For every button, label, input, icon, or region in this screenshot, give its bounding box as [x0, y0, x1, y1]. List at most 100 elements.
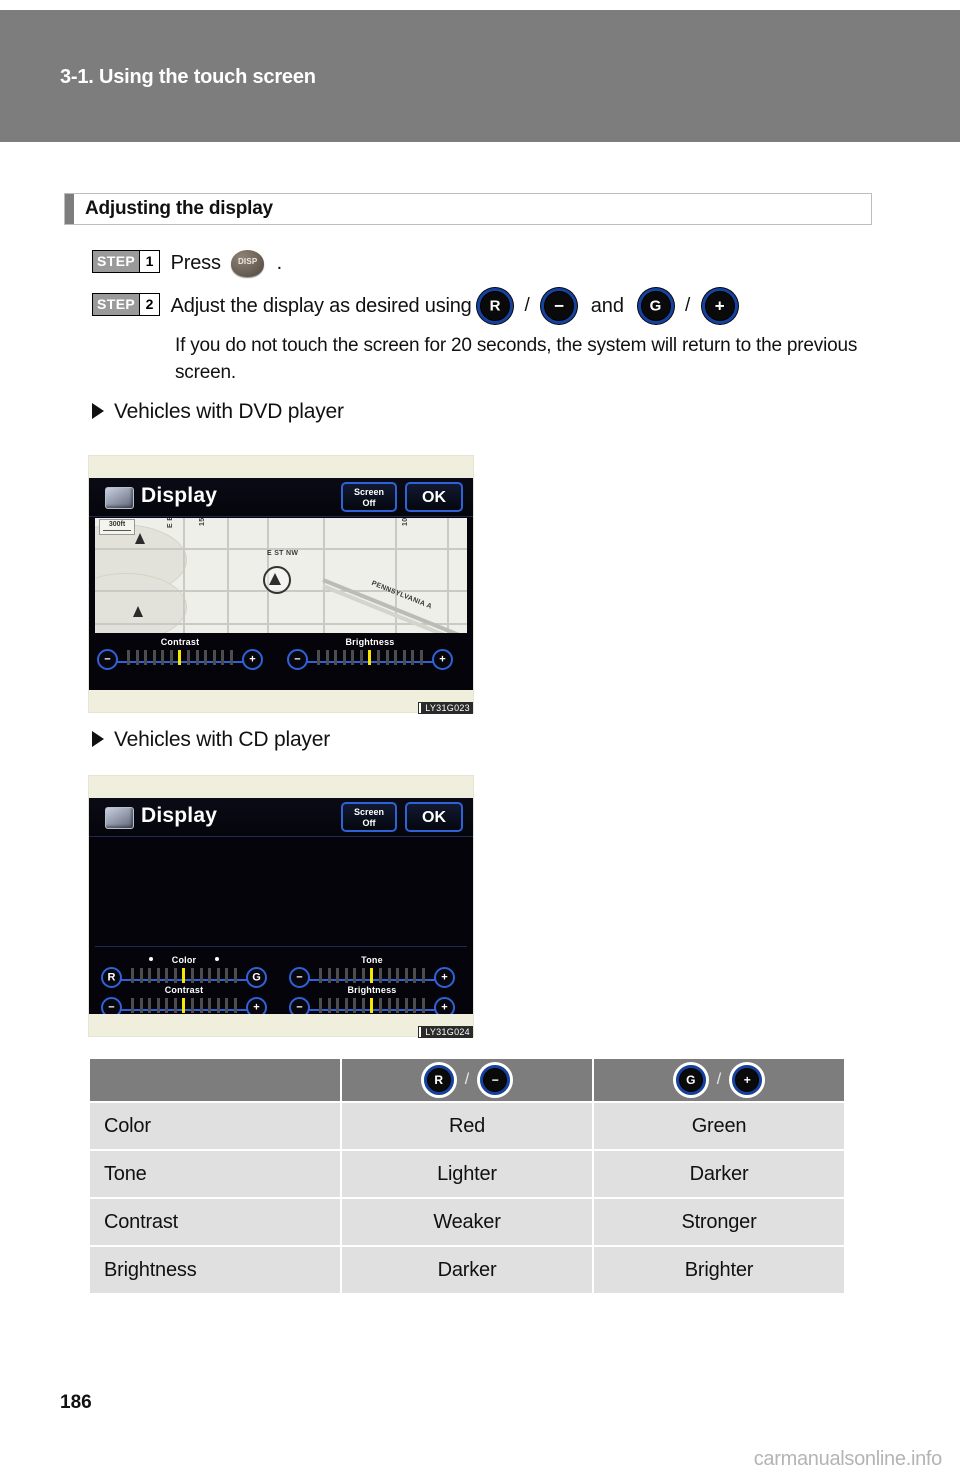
minus-key-label: −	[491, 1073, 499, 1087]
table-cell-item: Tone	[88, 1149, 342, 1199]
r-key-icon: R	[477, 288, 514, 324]
brightness-plus-button-dvd[interactable]: +	[432, 649, 453, 670]
ok-button-dvd[interactable]: OK	[405, 482, 463, 512]
nav-screen-cd: Display Screen Off OK Color R G Tone − +…	[89, 798, 473, 1014]
g-key-icon: G	[637, 288, 674, 324]
brightness-minus-label-dvd: −	[294, 653, 301, 665]
plus-key-icon: +	[729, 1062, 766, 1098]
contrast-plus-button-dvd[interactable]: +	[242, 649, 263, 670]
figure-code-dvd: LY31G023	[418, 702, 473, 714]
nav-titlebar-cd: Display Screen Off OK	[89, 798, 473, 837]
brightness-slider-dvd[interactable]: Brightness − +	[287, 637, 453, 672]
nav-title-dvd: Display	[141, 484, 218, 507]
tone-plus-label-cd: +	[441, 971, 448, 983]
step-2-text: Adjust the display as desired using	[170, 294, 472, 317]
color-slider-label-cd: Color	[171, 955, 197, 965]
brightness-slider-cd[interactable]: Brightness − +	[289, 985, 455, 1014]
brightness-plus-label-dvd: +	[439, 653, 446, 665]
figure-heading-dvd-label: Vehicles with DVD player	[114, 400, 344, 423]
screen-off-button-cd[interactable]: Screen Off	[341, 802, 397, 832]
figure-cd-player: Display Screen Off OK Color R G Tone − +…	[88, 775, 474, 1038]
table-cell-decrease: Darker	[340, 1245, 594, 1295]
map-preview[interactable]: 300ft E EXECUTIVE 15TH ST E ST NW 10TH S…	[95, 518, 467, 633]
table-row: Color Red Green	[88, 1101, 846, 1151]
brightness-minus-button-dvd[interactable]: −	[287, 649, 308, 670]
color-right-dot-icon	[215, 957, 219, 961]
table-cell-increase: Darker	[592, 1149, 846, 1199]
header-separator: /	[464, 1071, 470, 1088]
contrast-slider-label-dvd: Contrast	[160, 637, 200, 647]
ok-button-label-dvd: OK	[422, 489, 446, 506]
step-1-period: .	[276, 252, 283, 274]
map-tree-icon	[135, 533, 145, 544]
page-number: 186	[60, 1392, 92, 1413]
step-2-conjunction: and	[590, 294, 625, 317]
brightness-slider-label-dvd: Brightness	[345, 637, 395, 647]
adjustment-table: R / − G / + Color Red Green Tone Lighter	[88, 1057, 846, 1295]
step-2-number: 2	[139, 293, 160, 315]
vehicle-position-marker	[263, 566, 291, 594]
contrast-minus-button-cd[interactable]: −	[101, 997, 122, 1014]
map-street-label: 10TH ST	[402, 518, 409, 526]
g-key-label: G	[649, 297, 662, 315]
contrast-plus-label-dvd: +	[249, 653, 256, 665]
map-road	[323, 518, 325, 633]
color-left-dot-icon	[149, 957, 153, 961]
triangle-bullet-icon	[92, 731, 104, 747]
table-header-decrease: R / −	[340, 1057, 594, 1103]
ok-button-cd[interactable]: OK	[405, 802, 463, 832]
brightness-minus-button-cd[interactable]: −	[289, 997, 310, 1014]
map-scale-indicator: 300ft	[99, 519, 135, 535]
plus-key-icon: +	[701, 288, 738, 324]
divider-line	[95, 946, 467, 947]
slider-segments	[317, 650, 423, 665]
step-1-row: STEP 1 Press DISP .	[92, 250, 282, 277]
minus-key-icon: −	[541, 288, 578, 324]
minus-key-icon: −	[477, 1062, 514, 1098]
r-key-icon: R	[420, 1062, 457, 1098]
slider-segments	[131, 968, 237, 983]
figure-heading-cd: Vehicles with CD player	[92, 728, 330, 752]
table-cell-increase: Stronger	[592, 1197, 846, 1247]
disp-button-label: DISP	[237, 257, 258, 266]
brightness-plus-label-cd: +	[441, 1001, 448, 1013]
slider-segments	[319, 998, 425, 1013]
screen-off-line1: Screen	[353, 487, 385, 497]
display-screen-icon	[105, 807, 134, 829]
r-key-label: R	[434, 1073, 444, 1087]
nav-title-cd: Display	[141, 804, 218, 827]
map-street-label: 15TH ST	[199, 518, 206, 526]
slider-segments	[319, 968, 425, 983]
display-screen-icon	[105, 487, 134, 509]
nav-screen-dvd: Display Screen Off OK 300ft E ST NW PENN…	[89, 478, 473, 690]
step-2-row: STEP 2 Adjust the display as desired usin…	[92, 288, 739, 324]
g-key-icon: G	[672, 1062, 709, 1098]
triangle-bullet-icon	[92, 403, 104, 419]
figure-dvd-player: Display Screen Off OK 300ft E ST NW PENN…	[88, 455, 474, 714]
table-row: Tone Lighter Darker	[88, 1149, 846, 1199]
contrast-slider-cd[interactable]: Contrast − +	[101, 985, 267, 1014]
header-separator: /	[716, 1071, 722, 1088]
contrast-minus-label-dvd: −	[104, 653, 111, 665]
map-street-label: E ST NW	[267, 550, 299, 557]
contrast-slider-dvd[interactable]: Contrast − +	[97, 637, 263, 672]
screen-off-line1: Screen	[353, 807, 385, 817]
table-header-row: R / − G / +	[88, 1057, 846, 1103]
screen-off-button-dvd[interactable]: Screen Off	[341, 482, 397, 512]
chapter-title: 3-1. Using the touch screen	[60, 66, 316, 88]
section-heading-box: Adjusting the display	[64, 193, 872, 225]
g-key-label: G	[686, 1073, 696, 1087]
timeout-note: If you do not touch the screen for 20 se…	[175, 335, 858, 383]
disp-button-icon: DISP	[231, 250, 265, 277]
contrast-plus-button-cd[interactable]: +	[246, 997, 267, 1014]
map-tree-icon	[133, 606, 143, 617]
brightness-minus-label-cd: −	[296, 1001, 303, 1013]
plus-key-label: +	[743, 1073, 751, 1087]
contrast-minus-label-cd: −	[108, 1001, 115, 1013]
contrast-minus-button-dvd[interactable]: −	[97, 649, 118, 670]
step-1-badge: STEP 1	[92, 250, 161, 273]
site-watermark: carmanualsonline.info	[753, 1448, 943, 1470]
contrast-slider-label-cd: Contrast	[164, 985, 204, 995]
brightness-plus-button-cd[interactable]: +	[434, 997, 455, 1014]
table-row: Brightness Darker Brighter	[88, 1245, 846, 1295]
